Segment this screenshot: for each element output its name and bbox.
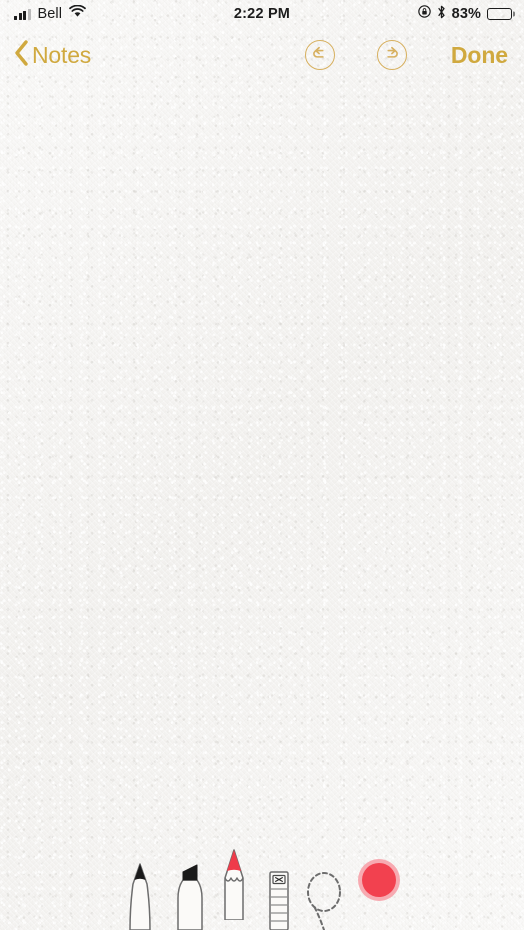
eraser-tool[interactable] xyxy=(259,858,299,930)
battery-icon xyxy=(487,8,515,20)
pen-tool[interactable] xyxy=(117,858,163,930)
wifi-icon xyxy=(69,4,86,23)
done-button[interactable]: Done xyxy=(451,42,508,69)
redo-button[interactable] xyxy=(376,40,407,70)
redo-arrow-icon xyxy=(382,43,401,67)
color-swatch-button[interactable] xyxy=(358,859,400,901)
drawing-canvas[interactable] xyxy=(0,82,524,860)
status-bar-right: 83% xyxy=(417,5,515,24)
status-bar-left: Bell xyxy=(14,4,86,23)
carrier-label: Bell xyxy=(37,6,63,22)
marker-tool[interactable] xyxy=(167,858,213,930)
lasso-tool[interactable] xyxy=(300,858,348,930)
bluetooth-icon xyxy=(437,5,446,24)
undo-arrow-icon xyxy=(310,43,329,67)
rotation-lock-icon xyxy=(417,5,431,23)
battery-percent-label: 83% xyxy=(451,6,481,22)
clock-label: 2:22 PM xyxy=(233,6,291,22)
status-bar: Bell 2:22 PM 83% xyxy=(0,0,524,28)
pencil-tool[interactable] xyxy=(211,848,257,920)
navigation-bar: Notes Done xyxy=(0,28,524,82)
color-swatch-fill xyxy=(362,863,396,897)
drawing-toolbar xyxy=(0,848,524,930)
notes-drawing-screen: Bell 2:22 PM 83% Notes Done xyxy=(0,0,524,930)
cellular-signal-icon xyxy=(14,8,31,20)
chevron-left-icon xyxy=(14,39,29,71)
back-to-notes-button[interactable]: Notes xyxy=(14,39,92,71)
undo-button[interactable] xyxy=(304,40,335,70)
back-button-label: Notes xyxy=(32,41,92,68)
